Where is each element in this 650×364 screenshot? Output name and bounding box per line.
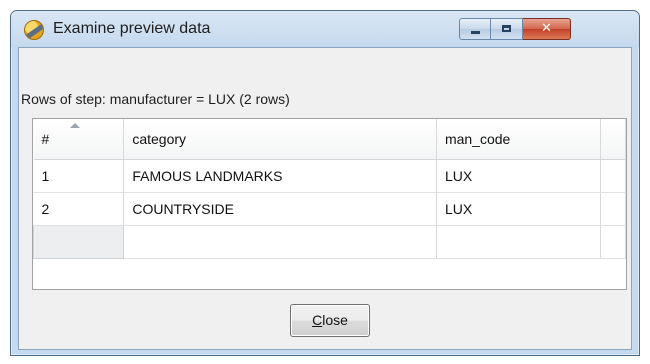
maximize-icon bbox=[502, 25, 511, 32]
window-close-button[interactable]: ✕ bbox=[523, 18, 571, 40]
cell-filler bbox=[600, 159, 626, 193]
rows-summary-label: Rows of step: manufacturer = LUX (2 rows… bbox=[21, 91, 290, 107]
header-row: # category man_code bbox=[33, 119, 626, 160]
cell-rownum-empty[interactable] bbox=[33, 224, 125, 259]
column-header-category[interactable]: category bbox=[123, 119, 437, 160]
cell-rownum[interactable]: 1 bbox=[33, 159, 125, 193]
cell-rownum[interactable]: 2 bbox=[33, 192, 125, 226]
sort-ascending-icon bbox=[69, 123, 80, 128]
cell-category[interactable]: COUNTRYSIDE bbox=[123, 192, 437, 226]
close-button-label: lose bbox=[322, 312, 348, 328]
cell-filler bbox=[600, 192, 626, 226]
minimize-button[interactable] bbox=[459, 18, 491, 40]
cell-empty[interactable] bbox=[436, 225, 602, 259]
minimize-icon bbox=[470, 31, 480, 34]
column-header-filler bbox=[600, 119, 626, 160]
column-header-man-code[interactable]: man_code bbox=[436, 119, 602, 160]
close-button[interactable]: Close bbox=[290, 304, 370, 337]
table-row[interactable]: 2 COUNTRYSIDE LUX bbox=[33, 192, 626, 226]
column-header-label: man_code bbox=[444, 130, 511, 147]
close-icon: ✕ bbox=[541, 21, 552, 36]
column-header-label: # bbox=[41, 130, 50, 147]
preview-dialog-window: Examine preview data ✕ Rows of step: man… bbox=[10, 10, 640, 356]
cell-filler bbox=[600, 225, 626, 259]
column-header-label: category bbox=[132, 130, 187, 147]
new-row-placeholder[interactable] bbox=[33, 224, 626, 259]
preview-table: # category man_code 1 FAMOUS LANDMARKS L… bbox=[33, 119, 626, 259]
app-logo-icon bbox=[24, 20, 44, 40]
table-row[interactable]: 1 FAMOUS LANDMARKS LUX bbox=[33, 159, 626, 193]
window-title: Examine preview data bbox=[53, 20, 211, 37]
maximize-button[interactable] bbox=[491, 18, 523, 40]
title-bar[interactable]: Examine preview data ✕ bbox=[11, 11, 639, 47]
cell-category[interactable]: FAMOUS LANDMARKS bbox=[123, 159, 437, 193]
close-button-mnemonic: C bbox=[312, 312, 323, 328]
cell-empty[interactable] bbox=[123, 225, 437, 259]
dialog-client-area: Rows of step: manufacturer = LUX (2 rows… bbox=[18, 47, 632, 350]
preview-data-grid[interactable]: # category man_code 1 FAMOUS LANDMARKS L… bbox=[32, 118, 627, 290]
cell-man-code[interactable]: LUX bbox=[436, 159, 602, 193]
cell-man-code[interactable]: LUX bbox=[436, 192, 602, 226]
column-header-rownum[interactable]: # bbox=[33, 119, 125, 160]
